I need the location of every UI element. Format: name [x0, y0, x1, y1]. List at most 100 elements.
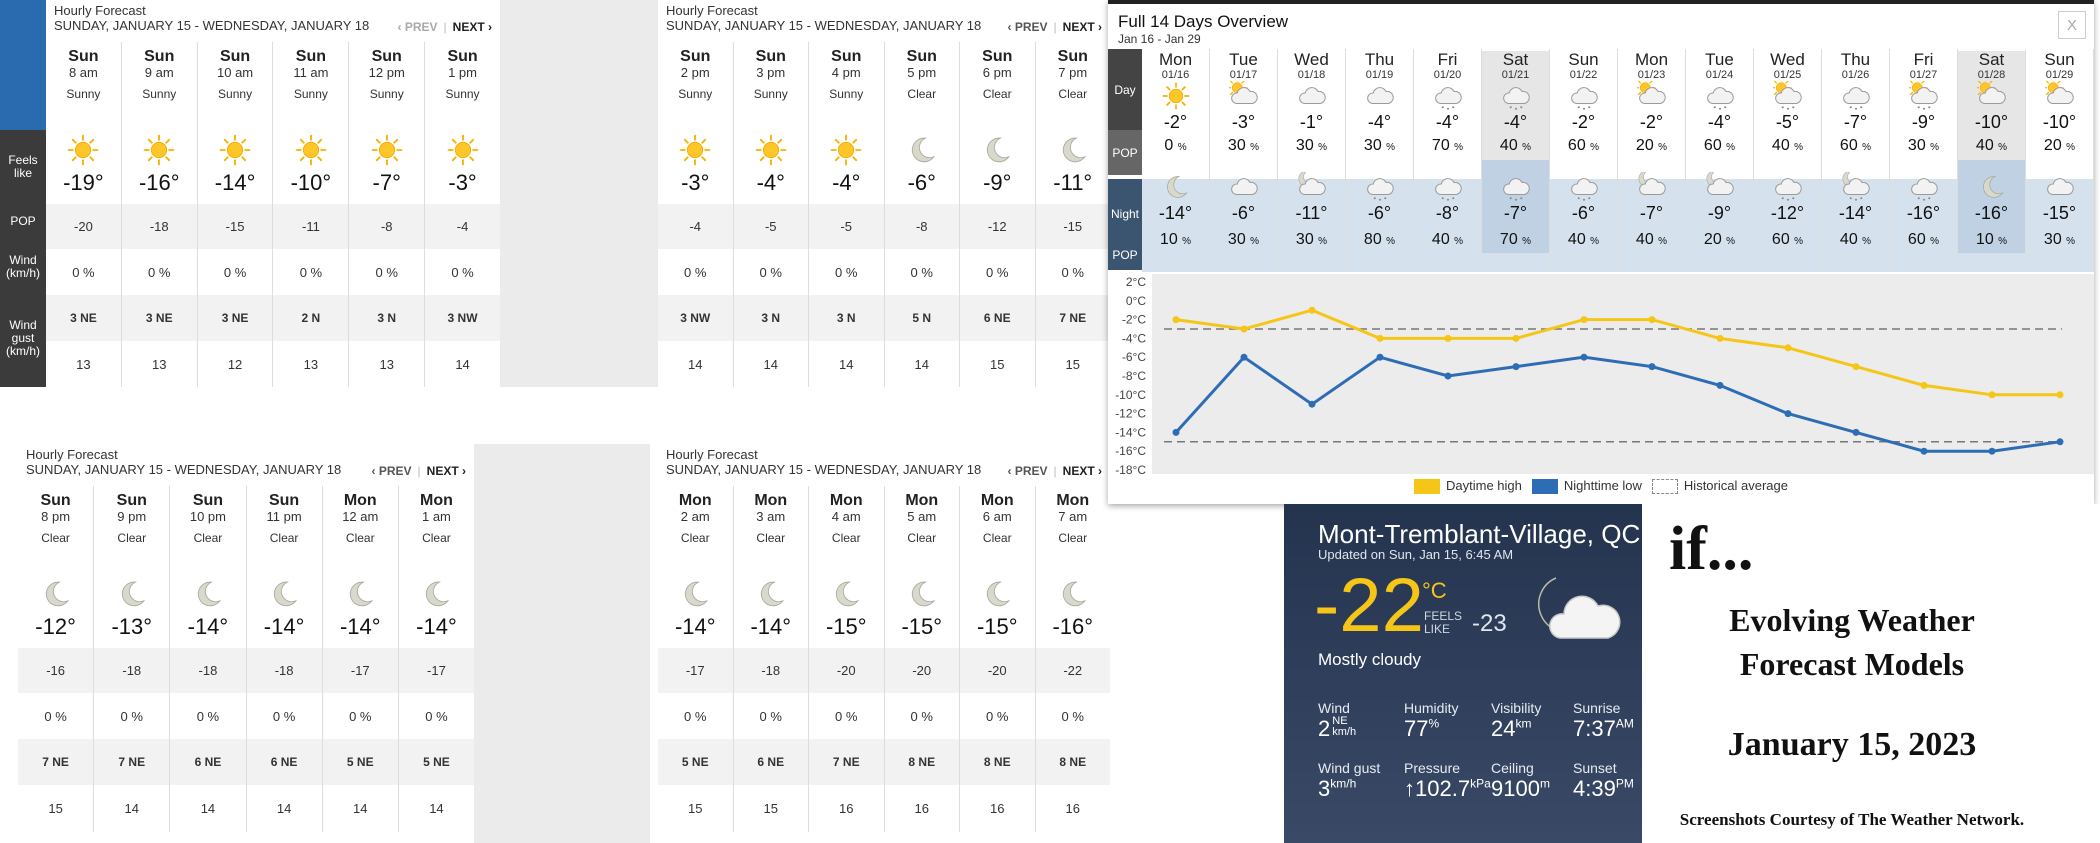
hour-wind: 3 NW [447, 311, 478, 325]
next-button[interactable]: NEXT › [1063, 20, 1102, 34]
day-pop: 30 % [1890, 132, 1957, 160]
hour-gust: 15 [1065, 357, 1080, 372]
snow-cloud-icon [1501, 81, 1531, 111]
pager: ‹ PREV | NEXT › [398, 20, 492, 34]
day-part: Wed 01/25 -5° [1754, 51, 1821, 133]
next-button[interactable]: NEXT › [1063, 464, 1102, 478]
hour-pop-row: 0 % 0 % 0 % 0 % 0 % 0 % [658, 249, 1110, 295]
legend-daytime-high-label: Daytime high [1446, 478, 1522, 493]
hour-gust-row: 15 14 14 14 14 14 [18, 785, 474, 832]
day-pop-value: 30 [1363, 137, 1382, 154]
daytime-high-point [1580, 316, 1588, 324]
hour-gust-row: 14 14 14 14 15 15 [658, 341, 1110, 387]
hour-condition: Clear [907, 87, 937, 101]
hour-gust: 13 [122, 341, 198, 387]
night-part: -6° [1346, 160, 1413, 226]
night-part: -7° [1482, 160, 1549, 226]
day-pop-unit: % [1658, 142, 1668, 153]
prev-button[interactable]: ‹ PREV [372, 464, 412, 478]
hour-wind: 5 NE [423, 755, 450, 769]
sun-icon [1161, 81, 1191, 111]
night-pop: 40 % [1414, 226, 1481, 253]
day-pop-value: 30 [1907, 137, 1926, 154]
hour-header: Mon 7 am Clear [1036, 486, 1111, 574]
snow-cloud-icon [1569, 81, 1599, 111]
day-pop: 60 % [1822, 132, 1889, 160]
y-tick-label: -4°C [1122, 331, 1146, 345]
hour-icon-cell [1036, 574, 1111, 614]
snow-cloud-icon [1365, 172, 1395, 202]
hour-gust: 16 [1065, 801, 1080, 816]
hour-wind-row: 7 NE 7 NE 6 NE 6 NE 5 NE 5 NE [18, 739, 474, 785]
nighttime-low-point [1172, 428, 1180, 436]
hour-day: Sun [116, 492, 147, 509]
hour-icon-cell [809, 130, 885, 170]
hour-feels-like: -15 [198, 204, 274, 249]
hour-temperature: -14° [416, 614, 457, 639]
night-low: -11° [1295, 203, 1328, 223]
visibility-label: Visibility [1491, 700, 1542, 716]
hour-temperature: -14° [247, 614, 323, 648]
prev-button[interactable]: ‹ PREV [398, 20, 438, 34]
hour-day: Sun [447, 48, 478, 65]
day-pop-value: 40 [1771, 137, 1790, 154]
caption-credit: Screenshots Courtesy of The Weather Netw… [1679, 810, 2025, 829]
night-pop-unit: % [1522, 236, 1532, 247]
night-pop-value: 30 [1227, 231, 1246, 248]
hour-icon-cell [18, 574, 95, 614]
night-pop-value: 10 [1975, 231, 1994, 248]
hour-gust: 16 [809, 785, 885, 832]
day-high: -10° [2042, 112, 2077, 132]
hour-gust: 15 [734, 785, 809, 832]
hour-day: Sun [755, 48, 786, 65]
hour-condition: Sunny [142, 87, 177, 101]
legend-historical-average-label: Historical average [1683, 478, 1788, 493]
hour-condition: Clear [907, 531, 937, 545]
daytime-high-point [1784, 344, 1792, 352]
hour-condition: Clear [422, 531, 451, 545]
daytime-high-point [1172, 316, 1180, 324]
night-part: -12° [1754, 160, 1821, 226]
next-button[interactable]: NEXT › [427, 464, 466, 478]
prev-button[interactable]: ‹ PREV [1008, 20, 1048, 34]
chart-legend: Daytime high Nighttime low Historical av… [1108, 478, 2094, 495]
day-column: Sun 01/22 -2° 60 % -6° 40 % [1550, 49, 1618, 272]
hour-gust: 14 [94, 785, 171, 832]
moon-icon [905, 133, 939, 167]
day-high: -1° [1299, 112, 1324, 132]
hour-feels-like: -18 [170, 648, 247, 693]
night-pop: 70 % [1482, 226, 1549, 253]
snow-cloud-icon [1569, 172, 1599, 202]
moon-icon [980, 577, 1014, 611]
hour-day: Sun [371, 48, 402, 65]
hour-time: 9 pm [117, 509, 147, 524]
pressure-label: Pressure [1404, 760, 1461, 776]
updated-time: Updated on Sun, Jan 15, 6:45 AM [1318, 547, 1514, 562]
visibility-unit: km [1515, 716, 1532, 731]
day-column: Wed 01/18 -1° 30 % -11° 30 % [1278, 49, 1346, 272]
night-icon-cell [1890, 172, 1957, 202]
sunset-value: 4:39PM [1573, 776, 1634, 802]
hour-time: 2 pm [680, 65, 710, 80]
hour-temperature: -3° [658, 170, 734, 204]
prev-button[interactable]: ‹ PREV [1008, 464, 1048, 478]
close-button[interactable]: X [2058, 11, 2086, 39]
hour-feels-like: -4 [658, 204, 734, 249]
legend-nighttime-low-label: Nighttime low [1563, 478, 1642, 493]
nighttime-low-point [1852, 428, 1860, 436]
day-pop-unit: % [1862, 142, 1872, 153]
hour-condition: Clear [982, 531, 1012, 545]
night-pop-value: 30 [2043, 231, 2062, 248]
hour-pop: 0 % [658, 249, 734, 295]
day-of-week: Mon [1158, 50, 1193, 69]
day-icon-cell [1346, 81, 1413, 111]
next-button[interactable]: NEXT › [453, 20, 492, 34]
nighttime-low-point [1308, 400, 1316, 408]
moon-snow-icon [1841, 172, 1871, 202]
feels-like-value: -23 [1472, 610, 1507, 637]
night-pop-unit: % [1794, 236, 1804, 247]
hour-time: 8 pm [41, 509, 71, 524]
snow-cloud-icon [1841, 81, 1871, 111]
sunrise-value: 7:37AM [1573, 716, 1634, 742]
hour-pop: 0 % [885, 249, 960, 295]
